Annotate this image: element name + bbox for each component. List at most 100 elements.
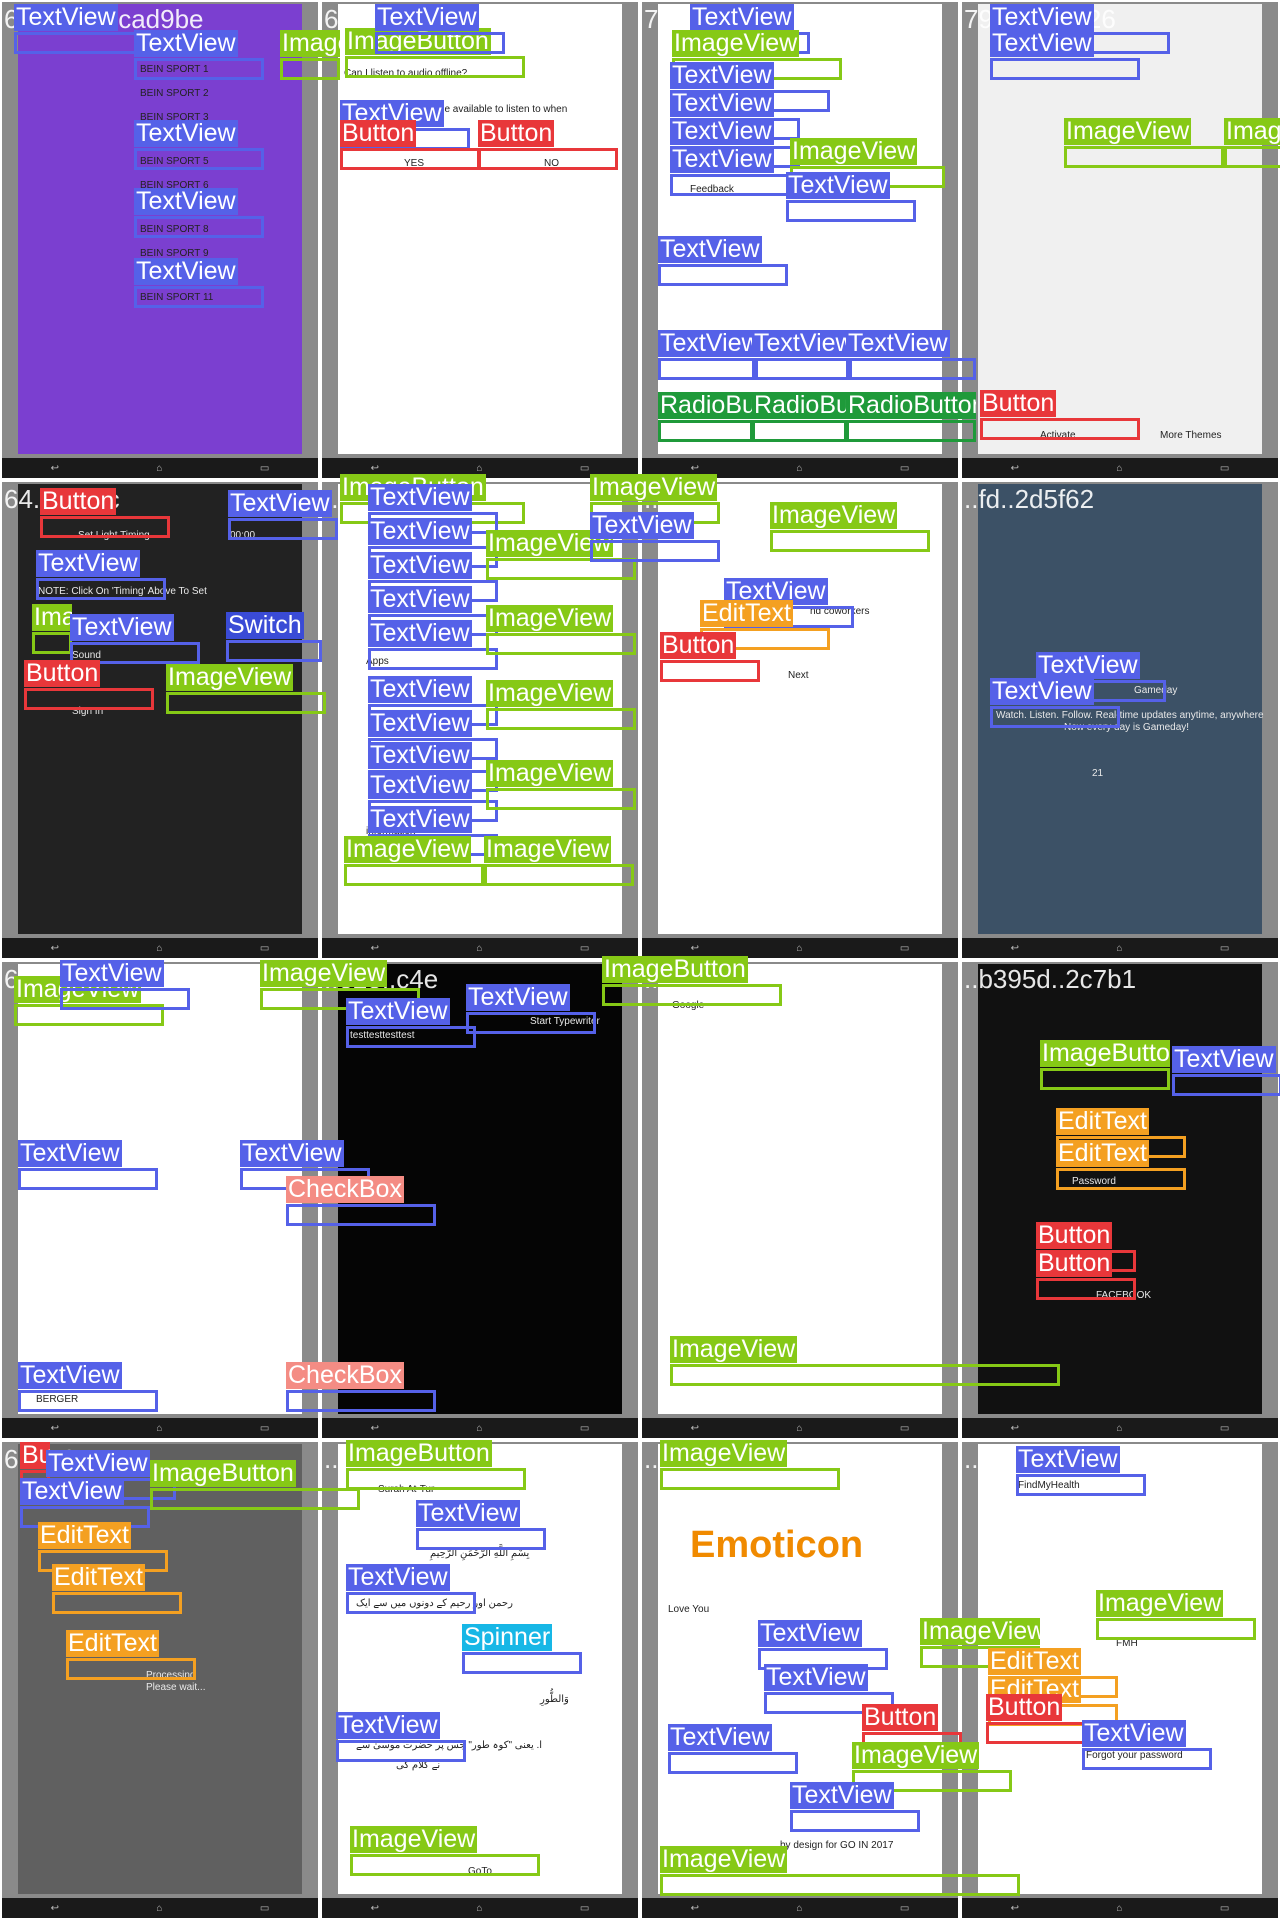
- annotation-label-checkbox: CheckBox: [286, 1176, 404, 1203]
- back-icon[interactable]: ↩: [51, 1903, 59, 1914]
- annotation-label-imageview: ImageView: [486, 760, 614, 787]
- home-icon[interactable]: ⌂: [1116, 1903, 1122, 1914]
- screen-text: BEIN SPORT 2: [140, 88, 209, 99]
- annotation-label-textview: TextView: [368, 586, 472, 613]
- annotation-label-textview: TextView: [990, 30, 1094, 57]
- recents-icon[interactable]: ▭: [580, 1423, 589, 1434]
- home-icon[interactable]: ⌂: [476, 1903, 482, 1914]
- home-icon[interactable]: ⌂: [796, 1423, 802, 1434]
- back-icon[interactable]: ↩: [1011, 943, 1019, 954]
- home-icon[interactable]: ⌂: [476, 943, 482, 954]
- home-icon[interactable]: ⌂: [796, 943, 802, 954]
- annotation-label-switch: Switch: [226, 612, 304, 639]
- back-icon[interactable]: ↩: [691, 463, 699, 474]
- system-navigation-bar: ↩ ⌂ ▭: [322, 1898, 638, 1918]
- back-icon[interactable]: ↩: [691, 943, 699, 954]
- home-icon[interactable]: ⌂: [1116, 1423, 1122, 1434]
- annotation-label-spinner: Spinner: [462, 1624, 553, 1651]
- annotation-label-button: Button: [986, 1694, 1063, 1721]
- annotation-box-textview: [14, 32, 154, 54]
- home-icon[interactable]: ⌂: [156, 943, 162, 954]
- annotation-label-textview: TextView: [368, 710, 472, 737]
- back-icon[interactable]: ↩: [1011, 1423, 1019, 1434]
- annotation-label-textview: TextView: [70, 614, 174, 641]
- annotation-box-button: [980, 418, 1140, 440]
- recents-icon[interactable]: ▭: [580, 463, 589, 474]
- tile-identifier: ..fd..2d5f62: [964, 484, 1095, 514]
- tile-identifier: ..: [324, 1444, 339, 1474]
- annotation-label-textview: TextView: [60, 960, 164, 987]
- recents-icon[interactable]: ▭: [1220, 1423, 1229, 1434]
- annotation-label-textview: TextView: [466, 984, 570, 1011]
- back-icon[interactable]: ↩: [51, 463, 59, 474]
- home-icon[interactable]: ⌂: [1116, 943, 1122, 954]
- back-icon[interactable]: ↩: [371, 1903, 379, 1914]
- annotation-label-textview: TextView: [346, 998, 450, 1025]
- recents-icon[interactable]: ▭: [580, 1903, 589, 1914]
- screen-text: More Themes: [1160, 430, 1222, 441]
- annotation-label-textview: TextView: [14, 4, 118, 31]
- annotation-box-edittext: [66, 1658, 196, 1680]
- recents-icon[interactable]: ▭: [1220, 463, 1229, 474]
- annotation-label-textview: TextView: [670, 90, 774, 117]
- recents-icon[interactable]: ▭: [900, 1423, 909, 1434]
- home-icon[interactable]: ⌂: [156, 1423, 162, 1434]
- recents-icon[interactable]: ▭: [900, 943, 909, 954]
- annotation-box-imageview: [486, 788, 636, 810]
- recents-icon[interactable]: ▭: [1220, 943, 1229, 954]
- annotation-label-imageview: ImageView: [32, 604, 72, 631]
- annotation-label-textview: TextView: [1172, 1046, 1276, 1073]
- annotation-label-edittext: EditText: [700, 600, 793, 627]
- screen-text: by design for GO IN 2017: [780, 1840, 894, 1851]
- annotation-label-button: Button: [24, 660, 101, 687]
- recents-icon[interactable]: ▭: [260, 1903, 269, 1914]
- back-icon[interactable]: ↩: [51, 1423, 59, 1434]
- recents-icon[interactable]: ▭: [580, 943, 589, 954]
- annotation-label-imageview: ImageView: [350, 1826, 478, 1853]
- back-icon[interactable]: ↩: [371, 1423, 379, 1434]
- recents-icon[interactable]: ▭: [900, 1903, 909, 1914]
- system-navigation-bar: ↩ ⌂ ▭: [962, 458, 1278, 478]
- annotation-box-imageview: [1064, 146, 1224, 168]
- home-icon[interactable]: ⌂: [796, 463, 802, 474]
- annotation-label-textview: TextView: [134, 30, 238, 57]
- system-navigation-bar: ↩ ⌂ ▭: [2, 1898, 318, 1918]
- home-icon[interactable]: ⌂: [796, 1903, 802, 1914]
- annotation-box-textview: [336, 1740, 466, 1762]
- annotation-label-textview: TextView: [1016, 1446, 1120, 1473]
- back-icon[interactable]: ↩: [691, 1423, 699, 1434]
- annotation-label-textview: TextView: [375, 4, 479, 31]
- annotation-label-textview: TextView: [336, 1712, 440, 1739]
- screen-text: Next: [788, 670, 809, 681]
- home-icon[interactable]: ⌂: [156, 463, 162, 474]
- annotation-box-textview: [375, 32, 505, 54]
- back-icon[interactable]: ↩: [371, 943, 379, 954]
- recents-icon[interactable]: ▭: [260, 1423, 269, 1434]
- recents-icon[interactable]: ▭: [260, 463, 269, 474]
- annotation-box-imageview: [1096, 1618, 1256, 1640]
- annotation-box-imageview: [280, 58, 340, 80]
- home-icon[interactable]: ⌂: [476, 463, 482, 474]
- recents-icon[interactable]: ▭: [900, 463, 909, 474]
- back-icon[interactable]: ↩: [691, 1903, 699, 1914]
- recents-icon[interactable]: ▭: [260, 943, 269, 954]
- annotation-label-textview: TextView: [134, 188, 238, 215]
- back-icon[interactable]: ↩: [1011, 463, 1019, 474]
- annotation-label-textview: TextView: [758, 1620, 862, 1647]
- annotation-label-button: Button: [660, 632, 737, 659]
- annotation-label-textview: TextView: [790, 1782, 894, 1809]
- home-icon[interactable]: ⌂: [156, 1903, 162, 1914]
- home-icon[interactable]: ⌂: [1116, 463, 1122, 474]
- annotation-label-textview: TextView: [590, 512, 694, 539]
- back-icon[interactable]: ↩: [1011, 1903, 1019, 1914]
- back-icon[interactable]: ↩: [371, 463, 379, 474]
- annotation-label-button: Button: [1036, 1250, 1113, 1277]
- home-icon[interactable]: ⌂: [476, 1423, 482, 1434]
- recents-icon[interactable]: ▭: [1220, 1903, 1229, 1914]
- annotation-label-textview: TextView: [990, 678, 1094, 705]
- annotation-label-imagebutton: ImageButton: [346, 1440, 492, 1467]
- back-icon[interactable]: ↩: [51, 943, 59, 954]
- annotation-box-switch: [226, 640, 322, 662]
- annotation-label-edittext: EditText: [38, 1522, 131, 1549]
- annotation-label-textview: TextView: [240, 1140, 344, 1167]
